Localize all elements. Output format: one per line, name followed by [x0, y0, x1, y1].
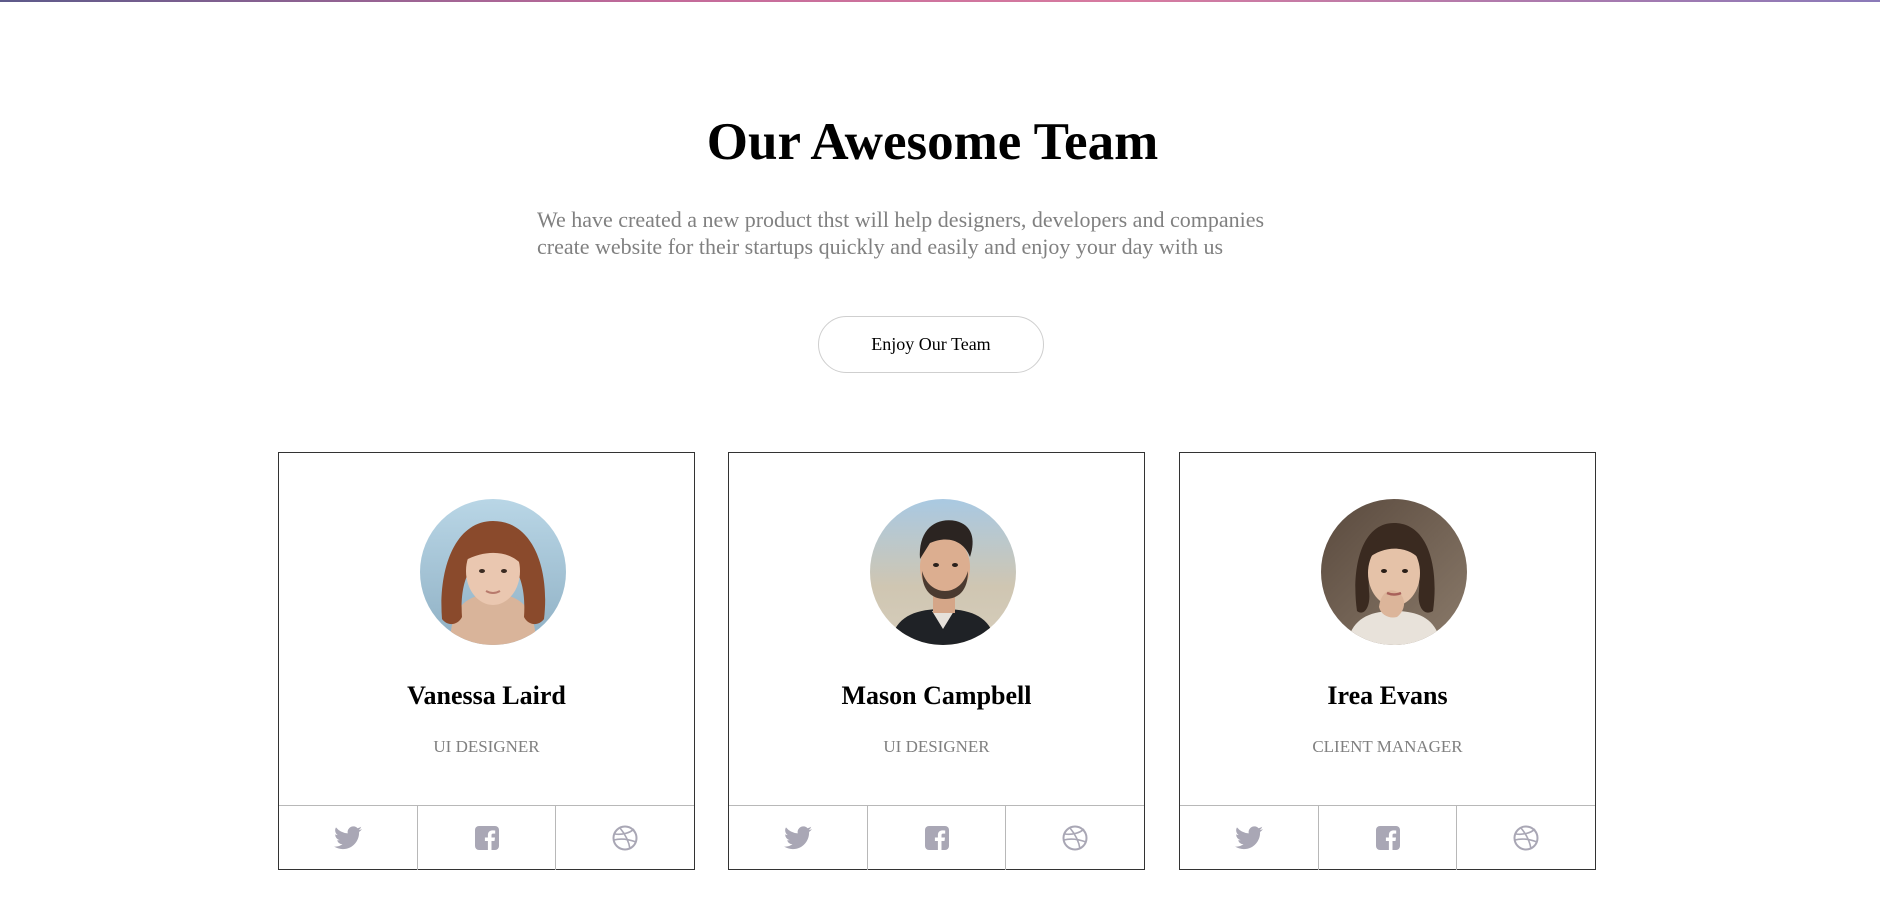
facebook-link[interactable]	[1319, 806, 1458, 870]
dribbble-link[interactable]	[1006, 806, 1144, 870]
team-card-irea: Irea Evans CLIENT MANAGER	[1179, 452, 1596, 870]
twitter-link[interactable]	[729, 806, 868, 870]
subtitle-line-2: create website for their startups quickl…	[537, 234, 1224, 259]
social-links	[279, 805, 694, 870]
section-subtitle: We have created a new product thst will …	[537, 206, 1337, 260]
member-role: CLIENT MANAGER	[1312, 737, 1463, 756]
section-title: Our Awesome Team	[706, 113, 1159, 171]
member-role: UI DESIGNER	[883, 737, 990, 756]
member-name: Vanessa Laird	[407, 681, 566, 710]
dribbble-icon	[612, 825, 638, 851]
social-links	[1180, 805, 1595, 870]
facebook-link[interactable]	[868, 806, 1007, 870]
dribbble-icon	[1062, 825, 1088, 851]
team-card-mason: Mason Campbell UI DESIGNER	[728, 452, 1145, 870]
twitter-icon	[1234, 826, 1263, 850]
social-links	[729, 805, 1144, 870]
twitter-icon	[783, 826, 812, 850]
enjoy-our-team-button[interactable]: Enjoy Our Team	[818, 316, 1044, 373]
avatar	[420, 499, 566, 645]
dribbble-link[interactable]	[1457, 806, 1595, 870]
twitter-link[interactable]	[279, 806, 418, 870]
dribbble-icon	[1513, 825, 1539, 851]
team-card-vanessa: Vanessa Laird UI DESIGNER	[278, 452, 695, 870]
facebook-icon	[474, 826, 499, 850]
facebook-link[interactable]	[418, 806, 557, 870]
twitter-link[interactable]	[1180, 806, 1319, 870]
member-name: Mason Campbell	[841, 681, 1032, 710]
member-name: Irea Evans	[1327, 681, 1448, 710]
facebook-icon	[1375, 826, 1400, 850]
avatar	[870, 499, 1016, 645]
facebook-icon	[924, 826, 949, 850]
member-role: UI DESIGNER	[433, 737, 540, 756]
avatar	[1321, 499, 1467, 645]
subtitle-line-1: We have created a new product thst will …	[537, 207, 1265, 232]
team-section: Our Awesome Team We have created a new p…	[0, 0, 1880, 913]
dribbble-link[interactable]	[556, 806, 694, 870]
twitter-icon	[333, 826, 362, 850]
